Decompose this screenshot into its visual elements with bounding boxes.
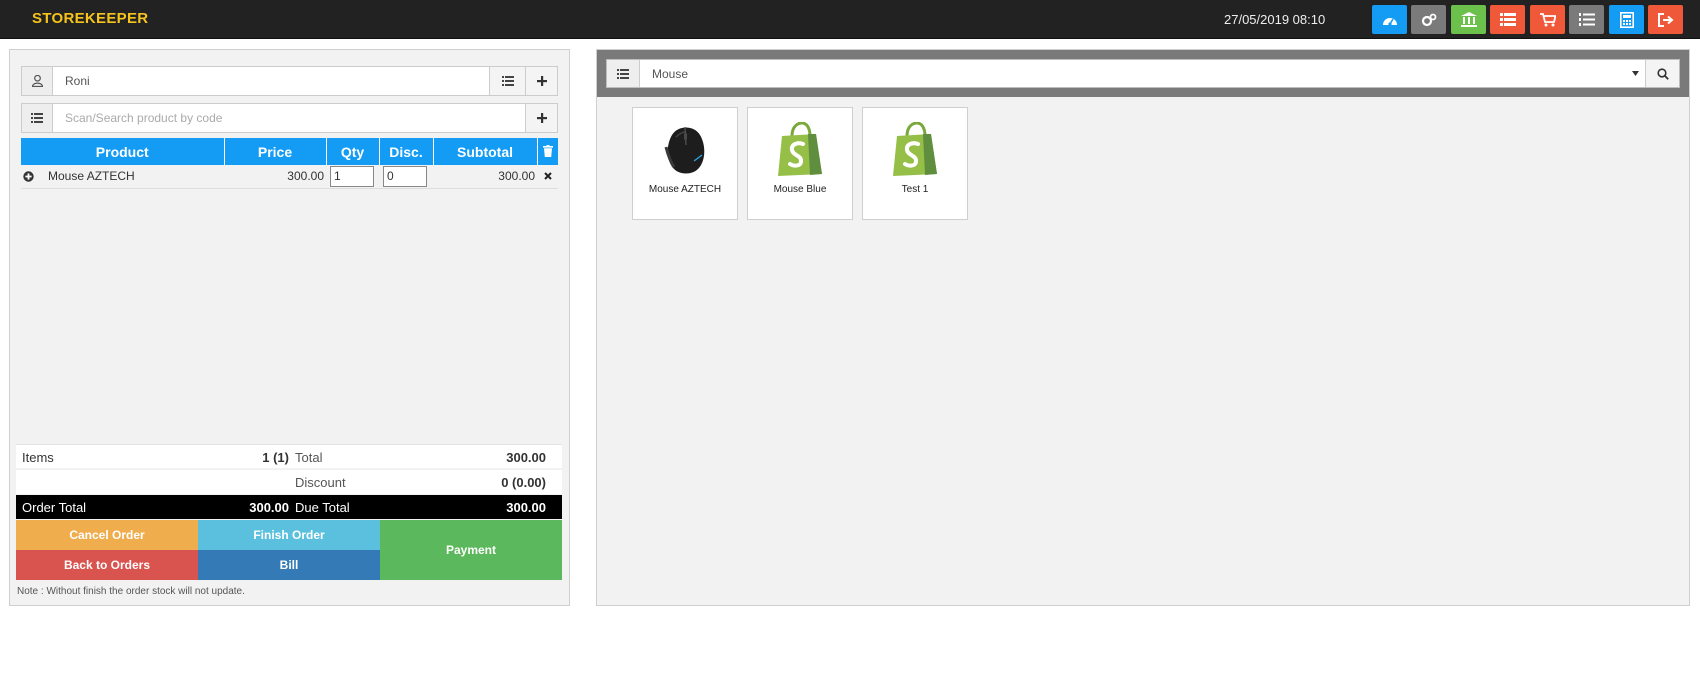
plus-icon bbox=[536, 76, 547, 86]
category-select[interactable]: Mouse bbox=[640, 60, 1645, 87]
plus-icon bbox=[536, 113, 547, 123]
shopify-bag-image bbox=[778, 122, 822, 176]
column-header-qty: Qty bbox=[326, 138, 380, 165]
list-icon bbox=[31, 113, 43, 123]
item-product-name: Mouse AZTECH bbox=[48, 169, 135, 183]
back-to-orders-button[interactable]: Back to Orders bbox=[16, 550, 198, 580]
brand-logo[interactable]: STOREKEEPER bbox=[32, 10, 148, 27]
remove-item-button[interactable] bbox=[537, 165, 558, 189]
calculator-button[interactable] bbox=[1609, 5, 1644, 34]
stock-note: Note : Without finish the order stock wi… bbox=[17, 586, 245, 597]
top-bar: STOREKEEPER 27/05/2019 08:10 bbox=[0, 0, 1700, 39]
dashboard-icon bbox=[1382, 17, 1397, 26]
customer-input-group: Roni bbox=[21, 66, 558, 96]
order-total-label: Order Total bbox=[22, 499, 87, 515]
column-header-price: Price bbox=[224, 138, 327, 165]
item-price: 300.00 bbox=[224, 165, 326, 189]
category-list-addon[interactable] bbox=[607, 60, 640, 87]
table-row: Mouse AZTECH 300.00 1 0 300.00 bbox=[21, 165, 558, 189]
catalog-header: Mouse bbox=[597, 50, 1689, 97]
add-product-button[interactable] bbox=[525, 104, 557, 132]
due-total-value: 300.00 bbox=[506, 499, 546, 515]
logout-icon bbox=[1657, 12, 1674, 27]
cart-button[interactable] bbox=[1530, 5, 1565, 34]
bank-button[interactable] bbox=[1451, 5, 1486, 34]
list-icon bbox=[1499, 13, 1516, 26]
product-search-input[interactable]: Scan/Search product by code bbox=[53, 104, 525, 132]
customer-list-button[interactable] bbox=[489, 67, 525, 95]
catalog-search-button[interactable] bbox=[1645, 60, 1679, 87]
product-card-label: Test 1 bbox=[901, 184, 929, 195]
item-qty-input[interactable]: 1 bbox=[330, 165, 374, 187]
cancel-order-button[interactable]: Cancel Order bbox=[16, 520, 198, 550]
search-icon bbox=[1656, 67, 1669, 80]
totals-row-order-total: Order Total 300.00 Due Total 300.00 bbox=[16, 495, 562, 519]
bill-button[interactable]: Bill bbox=[198, 550, 380, 580]
customer-addon bbox=[22, 67, 53, 95]
finish-order-button[interactable]: Finish Order bbox=[198, 520, 380, 550]
discount-label: Discount bbox=[295, 474, 346, 490]
add-customer-button[interactable] bbox=[525, 67, 557, 95]
list-icon bbox=[617, 68, 629, 79]
clear-items-button[interactable] bbox=[537, 138, 558, 165]
column-header-subtotal: Subtotal bbox=[433, 138, 538, 165]
calculator-icon bbox=[1619, 11, 1634, 28]
product-list-addon[interactable] bbox=[22, 104, 53, 132]
customer-select[interactable]: Roni bbox=[53, 67, 489, 95]
product-card[interactable]: Mouse Blue bbox=[747, 107, 853, 220]
order-total-value: 300.00 bbox=[249, 499, 289, 515]
totals-row-discount: Discount 0 (0.00) bbox=[16, 470, 562, 494]
due-total-label: Due Total bbox=[295, 499, 350, 515]
totals-row-items: Items 1 (1) Total 300.00 bbox=[16, 444, 562, 468]
trash-icon bbox=[542, 144, 553, 157]
ordered-list-button[interactable] bbox=[1569, 5, 1604, 34]
category-filter-group: Mouse bbox=[606, 59, 1680, 88]
gears-icon bbox=[1421, 13, 1436, 26]
category-select-value: Mouse bbox=[652, 66, 689, 81]
settings-button[interactable] bbox=[1411, 5, 1446, 34]
items-value: 1 (1) bbox=[262, 449, 289, 465]
datetime: 27/05/2019 08:10 bbox=[1224, 12, 1326, 27]
product-card[interactable]: Test 1 bbox=[862, 107, 968, 220]
product-card-label: Mouse Blue bbox=[773, 184, 827, 195]
item-discount-input[interactable]: 0 bbox=[383, 165, 427, 187]
discount-value: 0 (0.00) bbox=[501, 474, 546, 490]
close-icon bbox=[543, 172, 552, 180]
items-label: Items bbox=[22, 449, 54, 465]
mouse-image bbox=[664, 126, 705, 174]
total-label: Total bbox=[295, 449, 323, 465]
cart-icon bbox=[1539, 12, 1556, 26]
column-header-disc: Disc. bbox=[379, 138, 434, 165]
list-button[interactable] bbox=[1490, 5, 1525, 34]
shopify-bag-image bbox=[893, 122, 937, 176]
order-items-table: Product Price Qty Disc. Subtotal Mouse A… bbox=[21, 138, 558, 189]
expand-row-icon[interactable] bbox=[23, 171, 34, 182]
product-card-label: Mouse AZTECH bbox=[648, 184, 722, 195]
product-search-group: Scan/Search product by code bbox=[21, 103, 558, 133]
logout-button[interactable] bbox=[1648, 5, 1683, 34]
list-icon bbox=[501, 76, 514, 86]
item-subtotal: 300.00 bbox=[433, 165, 537, 189]
user-icon bbox=[31, 75, 43, 87]
bank-icon bbox=[1460, 12, 1477, 27]
total-value: 300.00 bbox=[506, 449, 546, 465]
payment-button[interactable]: Payment bbox=[380, 520, 562, 580]
product-card[interactable]: Mouse AZTECH bbox=[632, 107, 738, 220]
ordered-list-icon bbox=[1578, 12, 1595, 26]
dashboard-button[interactable] bbox=[1372, 5, 1407, 34]
column-header-product: Product bbox=[21, 138, 225, 165]
dropdown-arrow-icon bbox=[1632, 71, 1639, 76]
